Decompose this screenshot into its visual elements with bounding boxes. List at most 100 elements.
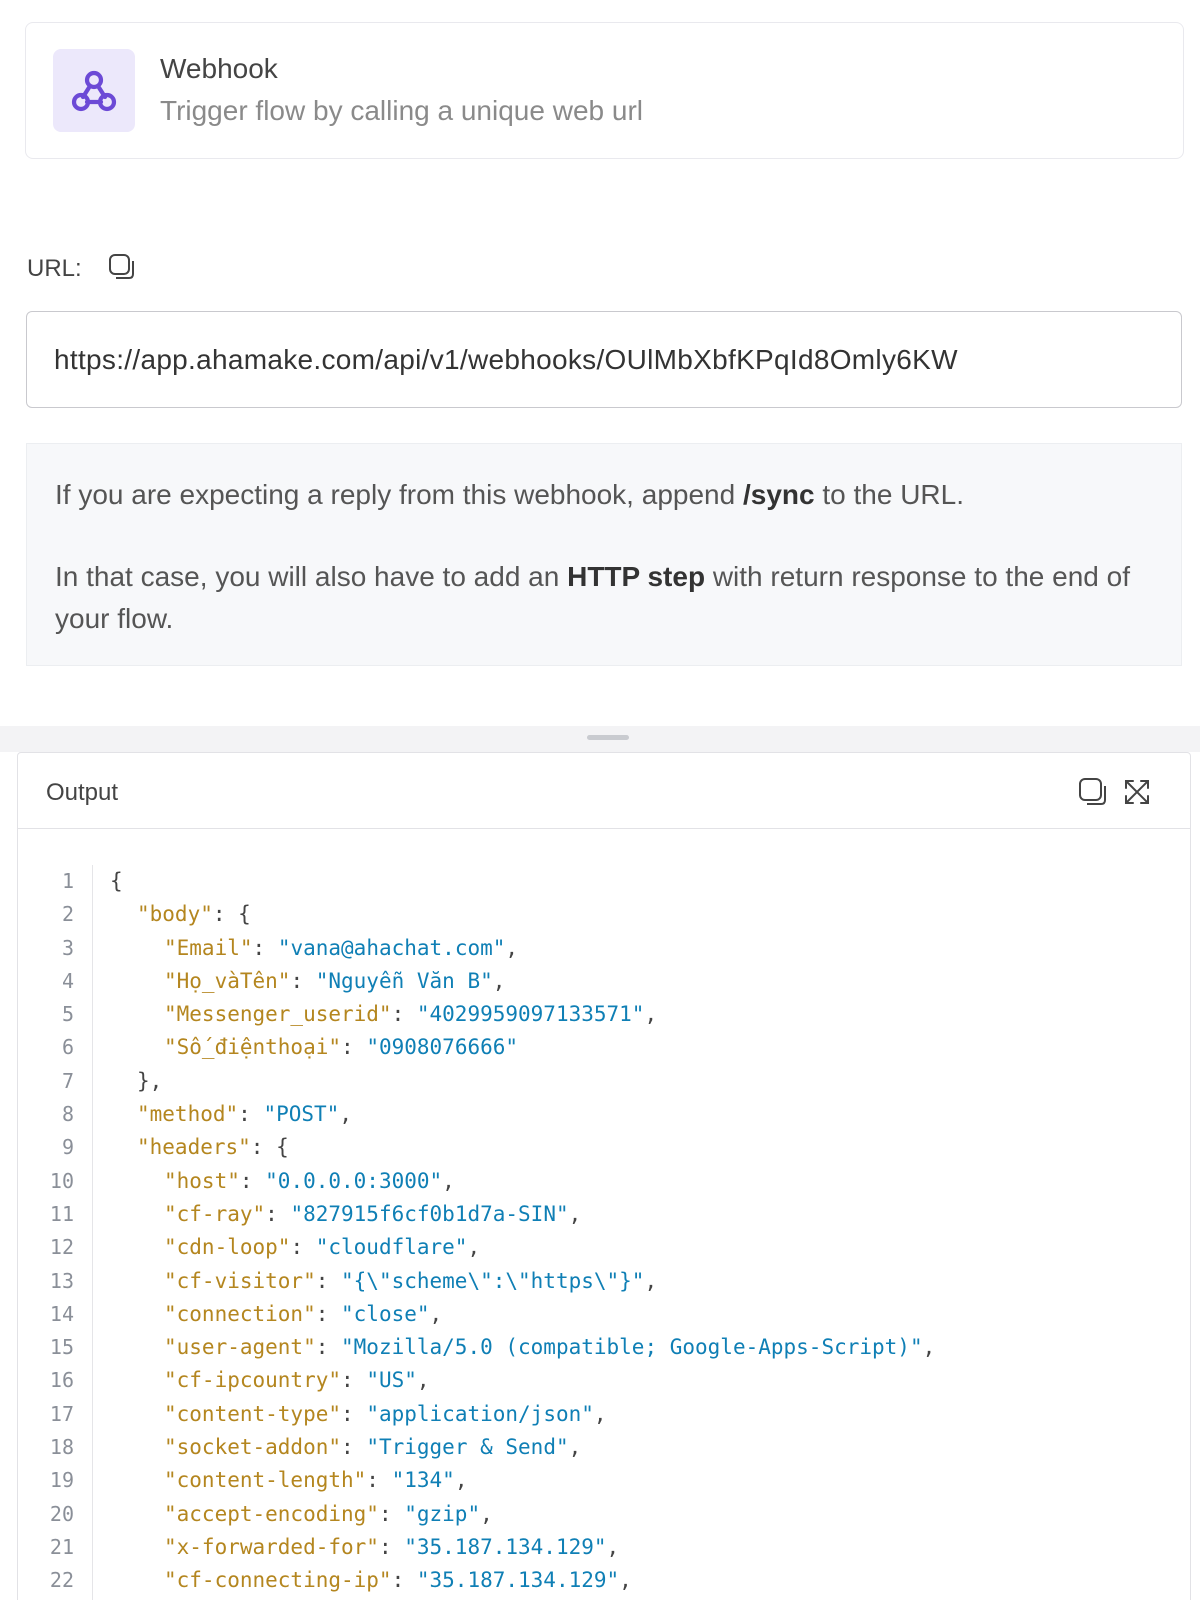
code-line: 5 "Messenger_userid": "4029959097133571", [18, 998, 1190, 1031]
code-text: "content-length": "134", [164, 1464, 467, 1497]
line-number: 7 [61, 1068, 74, 1093]
json-string-value: "Nguyễn Văn B" [315, 968, 493, 993]
json-punctuation: , [568, 1435, 582, 1460]
line-number: 17 [49, 1401, 74, 1426]
code-line: 19 "content-length": "134", [18, 1464, 1190, 1497]
sync-info-box: If you are expecting a reply from this w… [26, 443, 1182, 666]
json-string-value: "35.187.134.129" [404, 1534, 607, 1559]
json-string-value: "827915f6cf0b1d7a-SIN" [290, 1201, 569, 1226]
trigger-title: Webhook [160, 53, 278, 84]
json-colon: : [341, 1401, 367, 1426]
json-string-value: "POST" [263, 1102, 340, 1127]
line-number: 2 [61, 902, 74, 927]
json-key: "Họ_vàTên" [164, 968, 291, 993]
line-number: 4 [61, 968, 74, 993]
code-line: 16 "cf-ipcountry": "US", [18, 1364, 1190, 1397]
copy-url-icon[interactable] [108, 253, 136, 281]
json-punctuation: , [644, 1268, 658, 1293]
webhook-icon [53, 49, 135, 132]
json-colon: : [378, 1534, 405, 1559]
line-number: 8 [61, 1102, 74, 1127]
code-text: "host": "0.0.0.0:3000", [164, 1165, 455, 1198]
code-text: "Email": "vana@ahachat.com", [164, 932, 518, 965]
code-text: "cf-ray": "827915f6cf0b1d7a-SIN", [164, 1198, 581, 1231]
code-line: 7}, [18, 1065, 1190, 1098]
code-text: "Messenger_userid": "4029959097133571", [164, 998, 657, 1031]
json-key: "cf-ray" [164, 1201, 266, 1226]
json-punctuation: { [110, 869, 123, 893]
code-line: 15 "user-agent": "Mozilla/5.0 (compatible… [18, 1331, 1190, 1364]
json-punctuation: , [606, 1534, 620, 1559]
json-key: "cf-ipcountry" [164, 1368, 342, 1393]
code-line: 20 "accept-encoding": "gzip", [18, 1498, 1190, 1531]
url-label: URL: [27, 255, 82, 282]
json-punctuation: , [416, 1368, 430, 1393]
json-colon: : [265, 1201, 291, 1226]
line-number: 16 [49, 1368, 74, 1393]
panel-splitter[interactable] [0, 726, 1200, 752]
json-colon: : [315, 1335, 342, 1360]
output-title: Output [46, 779, 119, 806]
json-colon: : [391, 1002, 417, 1027]
json-string-value: "Mozilla/5.0 (compatible; Google-Apps-Sc… [341, 1335, 923, 1360]
json-string-value: "134" [391, 1468, 455, 1493]
json-punctuation: , [429, 1301, 443, 1326]
trigger-card: Webhook Trigger flow by calling a unique… [25, 22, 1184, 159]
json-output-viewer[interactable]: 1{2 "body": {3 "Email": "vana@ahachat.com"… [18, 865, 1190, 1600]
code-text: }, [137, 1065, 162, 1098]
json-punctuation: , [442, 1168, 455, 1193]
code-text: "Số_điệnthoại": "0908076666" [164, 1031, 518, 1064]
code-text: "user-agent": "Mozilla/5.0 (compatible; … [164, 1331, 935, 1364]
json-colon: : [366, 1468, 392, 1493]
code-line: 17 "content-type": "application/json", [18, 1398, 1190, 1431]
json-colon: : [341, 1035, 367, 1060]
info-paragraph-2: In that case, you will also have to add … [55, 561, 1130, 634]
json-colon: : [238, 1102, 264, 1127]
json-string-value: "vana@ahachat.com" [277, 935, 506, 960]
code-text: "cf-connecting-ip": "35.187.134.129", [164, 1564, 632, 1597]
json-punctuation: : { [250, 1135, 289, 1160]
json-key: "socket-addon" [164, 1435, 342, 1460]
code-text: "accept-encoding": "gzip", [164, 1498, 493, 1531]
json-punctuation: : { [212, 902, 251, 927]
json-key: "connection" [164, 1301, 316, 1326]
copy-output-icon[interactable] [1078, 777, 1108, 807]
code-text: { [110, 865, 123, 898]
code-line: 4 "Họ_vàTên": "Nguyễn Văn B", [18, 965, 1190, 998]
json-colon: : [315, 1301, 342, 1326]
output-panel: Output 1{2 "body": {3 "Email": "vana@ahach… [17, 752, 1191, 1600]
code-line: 9 "headers": { [18, 1131, 1190, 1164]
code-line: 10 "host": "0.0.0.0:3000", [18, 1165, 1190, 1198]
line-number: 22 [49, 1568, 74, 1593]
json-key: "method" [137, 1102, 239, 1127]
json-punctuation: , [480, 1501, 493, 1526]
code-text: "connection": "close", [164, 1298, 442, 1331]
code-line: 18 "socket-addon": "Trigger & Send", [18, 1431, 1190, 1464]
line-number: 20 [49, 1501, 74, 1526]
json-key: "cf-visitor" [164, 1268, 316, 1293]
code-text: "cf-ipcountry": "US", [164, 1364, 430, 1397]
code-line: 8 "method": "POST", [18, 1098, 1190, 1131]
code-line: 12 "cdn-loop": "cloudflare", [18, 1231, 1190, 1264]
resize-handle[interactable] [587, 735, 629, 740]
json-colon: : [290, 968, 316, 993]
json-key: "cf-connecting-ip" [164, 1568, 392, 1593]
json-punctuation: , [619, 1568, 632, 1593]
expand-icon[interactable] [1122, 777, 1152, 807]
json-string-value: "35.187.134.129" [416, 1568, 620, 1593]
json-string-value: "US" [366, 1368, 417, 1393]
json-string-value: "4029959097133571" [416, 1002, 645, 1027]
json-colon: : [239, 1168, 266, 1193]
line-number: 9 [61, 1135, 74, 1160]
webhook-url-field[interactable]: https://app.ahamake.com/api/v1/webhooks/… [26, 311, 1182, 408]
json-key: "content-type" [164, 1401, 342, 1426]
line-number: 11 [49, 1201, 74, 1226]
json-punctuation: , [505, 935, 519, 960]
json-string-value: "0.0.0.0:3000" [265, 1168, 443, 1193]
json-punctuation: }, [137, 1068, 163, 1093]
json-punctuation: , [644, 1002, 658, 1027]
code-line: 22 "cf-connecting-ip": "35.187.134.129", [18, 1564, 1190, 1597]
json-key: "content-length" [164, 1468, 367, 1493]
json-key: "x-forwarded-for" [164, 1534, 379, 1559]
json-string-value: "gzip" [404, 1501, 481, 1526]
